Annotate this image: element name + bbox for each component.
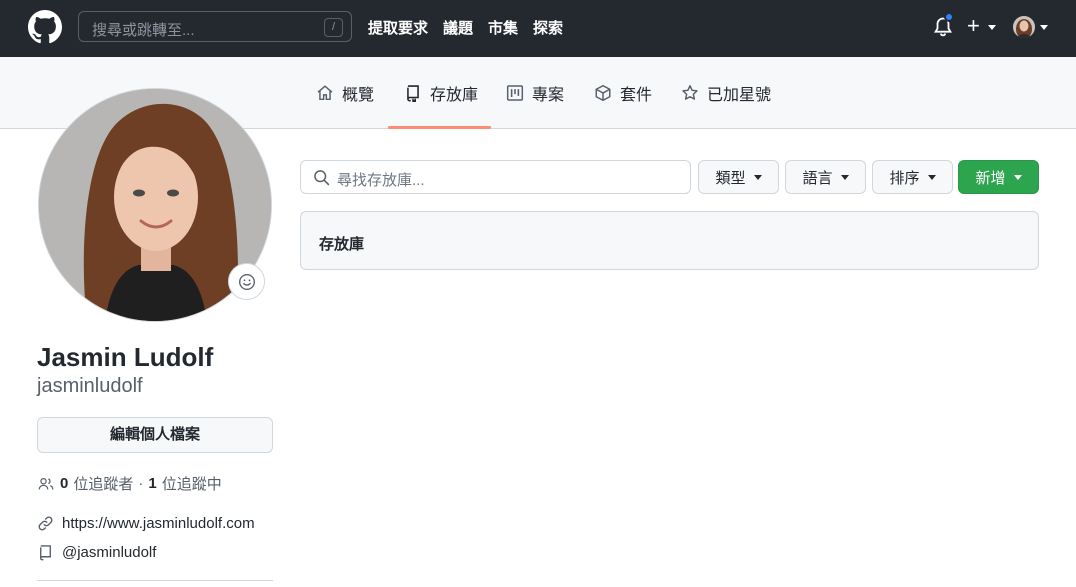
project-icon xyxy=(506,85,524,101)
follow-stats: 0 位追蹤者 · 1 位追蹤中 xyxy=(37,473,222,494)
repository-list-box: 存放庫 xyxy=(300,211,1039,270)
nav-issues[interactable]: 議題 xyxy=(443,17,473,38)
profile-username: jasminludolf xyxy=(37,375,143,397)
package-icon xyxy=(595,84,611,102)
github-logo-icon[interactable] xyxy=(28,10,62,44)
avatar-image-icon xyxy=(1013,16,1035,38)
language-filter-button[interactable]: 語言 xyxy=(785,160,866,194)
chevron-down-icon xyxy=(1040,25,1048,30)
follow-separator: · xyxy=(138,475,144,492)
slash-shortcut-key: / xyxy=(324,18,343,37)
tab-packages[interactable]: 套件 xyxy=(594,57,652,129)
profile-website-link[interactable]: https://www.jasminludolf.com xyxy=(62,515,255,532)
tab-label: 專案 xyxy=(532,87,565,104)
chevron-down-icon xyxy=(753,174,762,180)
create-new-button[interactable]: + xyxy=(967,12,980,40)
sort-filter-button[interactable]: 排序 xyxy=(872,160,953,194)
profile-twitter-row: @jasminludolf xyxy=(37,544,156,561)
chevron-down-icon xyxy=(988,25,996,30)
tab-label: 概覽 xyxy=(342,87,375,104)
repo-search-input[interactable]: 尋找存放庫... xyxy=(300,160,691,194)
people-icon xyxy=(38,477,54,490)
selected-tab-underline xyxy=(388,126,491,129)
global-search-input[interactable]: 搜尋或跳轉至... / xyxy=(78,11,352,42)
tab-label: 存放庫 xyxy=(430,87,479,104)
repository-list-title: 存放庫 xyxy=(319,236,365,253)
global-nav: 提取要求 議題 市集 探索 xyxy=(368,17,563,38)
nav-explore[interactable]: 探索 xyxy=(533,17,563,38)
sort-filter-label: 排序 xyxy=(889,169,920,187)
profile-twitter-link[interactable]: @jasminludolf xyxy=(62,544,156,561)
new-repository-label: 新增 xyxy=(975,169,1006,187)
nav-pull-requests[interactable]: 提取要求 xyxy=(368,17,428,38)
tab-repositories[interactable]: 存放庫 xyxy=(404,57,478,129)
global-header: 搜尋或跳轉至... / 提取要求 議題 市集 探索 + xyxy=(0,0,1076,57)
nav-marketplace[interactable]: 市集 xyxy=(488,17,518,38)
tab-label: 套件 xyxy=(620,87,653,104)
profile-website-row: https://www.jasminludolf.com xyxy=(37,515,255,532)
tab-overview[interactable]: 概覽 xyxy=(316,57,374,129)
home-icon xyxy=(317,85,333,101)
tab-projects[interactable]: 專案 xyxy=(506,57,564,129)
tab-label: 已加星號 xyxy=(707,87,772,104)
edit-profile-button[interactable]: 編輯個人檔案 xyxy=(37,417,273,453)
language-filter-label: 語言 xyxy=(802,169,833,187)
repo-icon xyxy=(407,85,419,102)
chevron-down-icon xyxy=(1013,174,1022,180)
following-label[interactable]: 位追蹤中 xyxy=(162,473,222,494)
following-count[interactable]: 1 xyxy=(148,475,156,492)
smiley-icon xyxy=(238,273,255,290)
star-icon xyxy=(682,85,698,100)
chevron-down-icon xyxy=(840,174,849,180)
tab-stars[interactable]: 已加星號 xyxy=(681,57,771,129)
chevron-down-icon xyxy=(927,174,936,180)
followers-count[interactable]: 0 xyxy=(60,475,68,492)
notification-indicator xyxy=(944,12,954,22)
type-filter-button[interactable]: 類型 xyxy=(698,160,779,194)
set-status-button[interactable] xyxy=(228,263,265,300)
search-icon xyxy=(314,170,330,186)
repo-icon xyxy=(40,545,51,561)
user-menu-avatar[interactable] xyxy=(1013,16,1035,38)
repo-search-placeholder: 尋找存放庫... xyxy=(337,172,425,189)
type-filter-label: 類型 xyxy=(715,169,746,187)
followers-label[interactable]: 位追蹤者 xyxy=(73,473,133,494)
search-placeholder: 搜尋或跳轉至... xyxy=(92,22,195,39)
new-repository-button[interactable]: 新增 xyxy=(958,160,1039,194)
sidebar-divider xyxy=(37,580,273,581)
link-icon xyxy=(38,516,53,531)
profile-full-name: Jasmin Ludolf xyxy=(37,342,214,372)
